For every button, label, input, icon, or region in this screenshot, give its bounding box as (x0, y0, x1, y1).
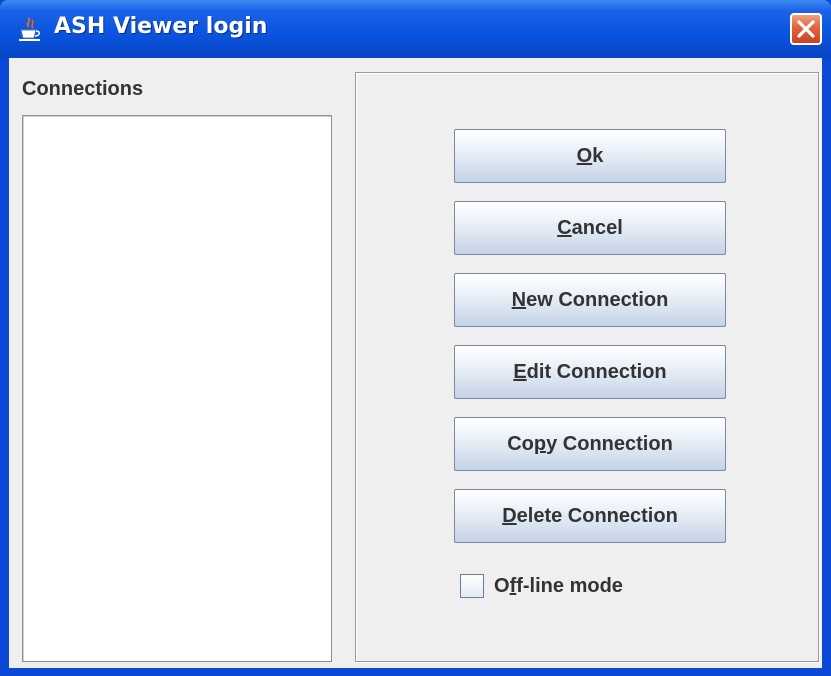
new-connection-button[interactable]: New Connection (454, 273, 726, 327)
copy-connection-label-pre: Co (507, 432, 534, 455)
copy-connection-mnemonic: p (533, 432, 547, 455)
new-connection-label-rest: ew Connection (526, 288, 669, 311)
title-bar[interactable]: ASH Viewer login (0, 0, 831, 58)
delete-connection-mnemonic: D (502, 504, 517, 527)
edit-connection-button[interactable]: Edit Connection (454, 345, 726, 399)
java-cup-icon (19, 17, 41, 41)
offline-label-rest: f-line mode (516, 574, 623, 597)
ok-button[interactable]: Ok (454, 129, 726, 183)
cancel-label-rest: ancel (571, 216, 623, 239)
login-window: ASH Viewer login Connections Ok Cancel N… (0, 0, 831, 676)
connections-label: Connections (22, 78, 144, 100)
offline-label-pre: O (494, 574, 510, 597)
window-title: ASH Viewer login (54, 14, 268, 39)
ok-label-rest: k (592, 144, 604, 167)
connections-list[interactable] (22, 115, 332, 662)
offline-mode-label: Off-line mode (494, 575, 623, 598)
cancel-mnemonic: C (557, 216, 572, 239)
offline-mode-checkbox[interactable] (460, 574, 484, 598)
cancel-button[interactable]: Cancel (454, 201, 726, 255)
close-icon (797, 20, 815, 38)
edit-connection-mnemonic: E (513, 360, 527, 383)
delete-connection-label-rest: elete Connection (516, 504, 678, 527)
edit-connection-label-rest: dit Connection (526, 360, 667, 383)
delete-connection-button[interactable]: Delete Connection (454, 489, 726, 543)
copy-connection-button[interactable]: Co p y Connection (454, 417, 726, 471)
copy-connection-label-rest: y Connection (546, 432, 673, 455)
offline-mode-option[interactable]: Off-line mode (460, 572, 623, 600)
close-button[interactable] (790, 13, 822, 45)
ok-mnemonic: O (576, 144, 593, 167)
new-connection-mnemonic: N (511, 288, 527, 311)
